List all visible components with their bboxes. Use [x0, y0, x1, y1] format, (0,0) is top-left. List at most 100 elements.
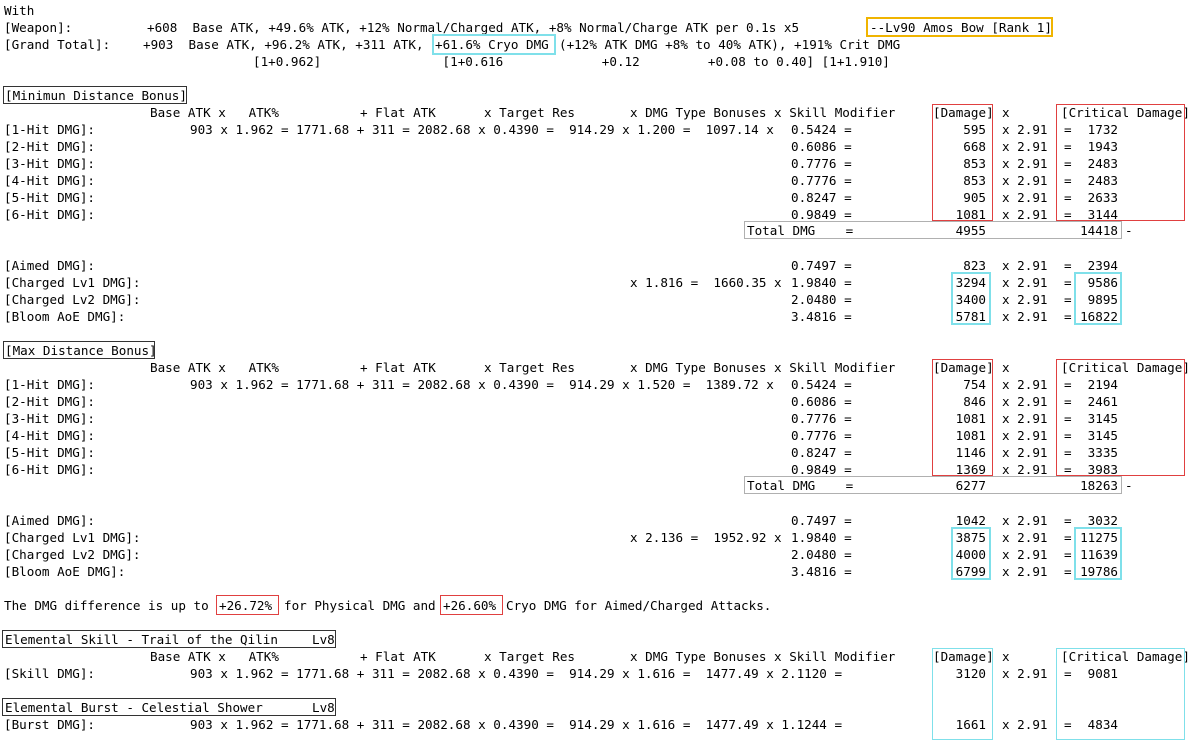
max-charged-calc: x 2.136 = 1952.92 x — [630, 530, 782, 545]
difference-text-a: The DMG difference is up to — [4, 598, 209, 613]
row-modifier: 0.7776 = — [791, 156, 852, 171]
row-modifier: 0.5424 = — [791, 377, 852, 392]
row-critical: 2483 — [1087, 173, 1118, 188]
row-multiplier: x 2.91 — [1002, 258, 1048, 273]
min-total-damage: 4955 — [955, 223, 986, 238]
weapon-name: --Lv90 Amos Bow [Rank 1] — [870, 20, 1052, 35]
row-critical: 1732 — [1087, 122, 1118, 137]
row-label: [Charged Lv2 DMG]: — [4, 547, 141, 562]
row-multiplier: x 2.91 — [1002, 564, 1048, 579]
skill-row-calc: 903 x 1.962 = 1771.68 + 311 = 2082.68 x … — [190, 666, 843, 681]
max-calc-line: 903 x 1.962 = 1771.68 + 311 = 2082.68 x … — [190, 377, 774, 392]
row-multiplier: x 2.91 — [1002, 428, 1048, 443]
row-multiplier: x 2.91 — [1002, 122, 1048, 137]
burst-row-damage: 1661 — [955, 717, 986, 732]
grand-total-label: [Grand Total]: — [4, 37, 111, 52]
burst-row-crit: 4834 — [1087, 717, 1118, 732]
row-label: [5-Hit DMG]: — [4, 445, 95, 460]
physical-diff-value: +26.72% — [219, 598, 273, 613]
row-multiplier: x 2.91 — [1002, 411, 1048, 426]
row-label: [2-Hit DMG]: — [4, 139, 95, 154]
row-label: [Charged Lv2 DMG]: — [4, 292, 141, 307]
max-total-crit: 18263 — [1080, 478, 1118, 493]
row-label: [Bloom AoE DMG]: — [4, 564, 126, 579]
grand-total-cryo: +61.6% Cryo DMG — [435, 37, 549, 52]
col-dmg-type: x DMG Type Bonuses x Skill Modifier — [630, 360, 896, 375]
max-charged-crit-highlight — [1074, 527, 1122, 580]
min-charged-dmg-highlight — [951, 272, 991, 325]
row-critical: 3335 — [1087, 445, 1118, 460]
row-label: [5-Hit DMG]: — [4, 190, 95, 205]
row-critical: 3145 — [1087, 411, 1118, 426]
col-target-res: x Target Res — [484, 360, 575, 375]
row-modifier: 0.7776 = — [791, 173, 852, 188]
row-label: [3-Hit DMG]: — [4, 411, 95, 426]
row-modifier: 0.5424 = — [791, 122, 852, 137]
row-modifier: 2.0480 = — [791, 292, 852, 307]
col-x: x — [1002, 360, 1010, 375]
row-critical: 1943 — [1087, 139, 1118, 154]
min-total-crit: 14418 — [1080, 223, 1118, 238]
col-dmg-type: x DMG Type Bonuses x Skill Modifier — [630, 105, 896, 120]
skill-row-label: [Skill DMG]: — [4, 666, 95, 681]
row-critical: 2483 — [1087, 156, 1118, 171]
row-modifier: 0.6086 = — [791, 394, 852, 409]
row-label: [4-Hit DMG]: — [4, 428, 95, 443]
row-label: [4-Hit DMG]: — [4, 173, 95, 188]
row-multiplier: x 2.91 — [1002, 190, 1048, 205]
skill-row-crit: 9081 — [1087, 666, 1118, 681]
max-charged-dmg-highlight — [951, 527, 991, 580]
row-damage: 1081 — [955, 428, 986, 443]
row-modifier: 0.8247 = — [791, 190, 852, 205]
row-critical: 3145 — [1087, 428, 1118, 443]
skill-title: Elemental Skill - Trail of the Qilin — [5, 632, 278, 647]
row-label: [Bloom AoE DMG]: — [4, 309, 126, 324]
burst-row-mult: x 2.91 — [1002, 717, 1048, 732]
row-modifier: 0.8247 = — [791, 445, 852, 460]
multiplier-line: [1+0.962] [1+0.616 +0.12 +0.08 to 0.40] … — [253, 54, 890, 69]
row-label: [Charged Lv1 DMG]: — [4, 530, 141, 545]
row-modifier: 0.6086 = — [791, 139, 852, 154]
burst-row-label: [Burst DMG]: — [4, 717, 95, 732]
col-target-res: x Target Res — [484, 649, 575, 664]
weapon-label: [Weapon]: — [4, 20, 73, 35]
row-modifier: 3.4816 = — [791, 564, 852, 579]
max-section-title: [Max Distance Bonus] — [5, 343, 157, 358]
min-charged-crit-highlight — [1074, 272, 1122, 325]
col-flat-atk: + Flat ATK — [360, 105, 436, 120]
col-x: x — [1002, 105, 1010, 120]
row-damage: 853 — [963, 173, 986, 188]
row-modifier: 1.9840 = — [791, 530, 852, 545]
row-multiplier: x 2.91 — [1002, 445, 1048, 460]
row-label: [3-Hit DMG]: — [4, 156, 95, 171]
row-damage: 754 — [963, 377, 986, 392]
row-modifier: 0.7497 = — [791, 513, 852, 528]
col-base-atk: Base ATK x ATK% — [150, 649, 279, 664]
row-multiplier: x 2.91 — [1002, 309, 1048, 324]
row-modifier: 0.7776 = — [791, 428, 852, 443]
row-damage: 1081 — [955, 411, 986, 426]
with-label: With — [4, 3, 35, 18]
skill-row-mult: x 2.91 — [1002, 666, 1048, 681]
row-label: [1-Hit DMG]: — [4, 122, 95, 137]
skill-level: Lv8 — [312, 632, 335, 647]
min-total-label: Total DMG = — [747, 223, 854, 238]
max-total-label: Total DMG = — [747, 478, 854, 493]
row-label: [Aimed DMG]: — [4, 513, 95, 528]
row-multiplier: x 2.91 — [1002, 394, 1048, 409]
difference-text-c: Cryo DMG for Aimed/Charged Attacks. — [506, 598, 772, 613]
cryo-diff-value: +26.60% — [443, 598, 497, 613]
max-total-damage: 6277 — [955, 478, 986, 493]
col-flat-atk: + Flat ATK — [360, 360, 436, 375]
row-multiplier: x 2.91 — [1002, 377, 1048, 392]
row-multiplier: x 2.91 — [1002, 292, 1048, 307]
min-section-title: [Minimun Distance Bonus] — [5, 88, 187, 103]
col-flat-atk: + Flat ATK — [360, 649, 436, 664]
row-modifier: 1.9840 = — [791, 275, 852, 290]
row-modifier: 3.4816 = — [791, 309, 852, 324]
row-critical: 2633 — [1087, 190, 1118, 205]
row-multiplier: x 2.91 — [1002, 275, 1048, 290]
max-total-dash: - — [1125, 478, 1133, 493]
row-multiplier: x 2.91 — [1002, 156, 1048, 171]
row-label: [2-Hit DMG]: — [4, 394, 95, 409]
